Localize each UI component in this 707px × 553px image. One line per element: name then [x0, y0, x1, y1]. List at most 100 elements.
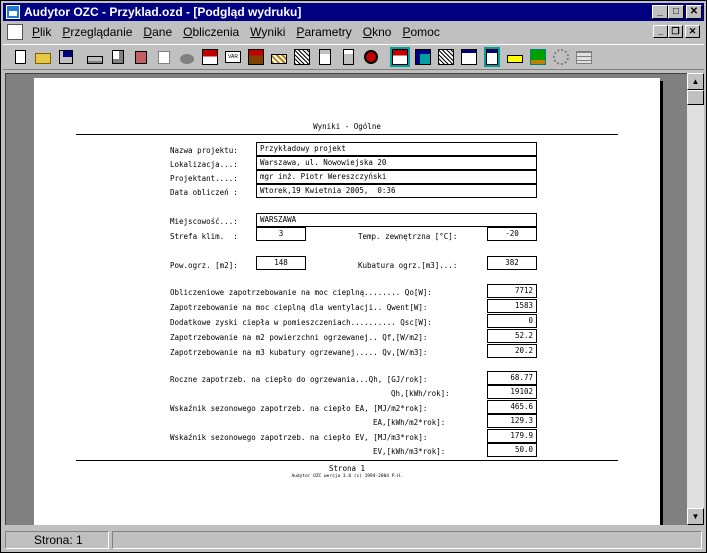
menu-parametry[interactable]: Parametry — [291, 25, 357, 39]
no-entry-icon[interactable] — [360, 46, 382, 68]
mdi-restore-button[interactable]: ❐ — [668, 25, 683, 38]
energy-row-value: 129.3 — [487, 414, 537, 428]
menu-pomoc[interactable]: Pomoc — [397, 25, 445, 39]
temp-label: Temp. zewnętrzna [°C]: — [358, 232, 458, 241]
power-row-label: Dodatkowe zyski ciepła w pomieszczeniach… — [170, 318, 432, 327]
report-title: Wyniki - Ogólne — [313, 122, 381, 131]
page-footer: Strona 1 — [328, 464, 366, 473]
energy-row-label: Wskaźnik sezonowego zapotrzeb. na ciepło… — [170, 404, 428, 413]
divider — [76, 134, 618, 135]
nazwa-value: Przykładowy projekt — [256, 142, 537, 156]
calculator-icon[interactable] — [337, 46, 359, 68]
mdi-close-button[interactable]: ✕ — [685, 25, 700, 38]
globe-icon[interactable] — [412, 46, 434, 68]
footer-credit: Audytor OZC wersja 3.0 (c) 1994-2004 P.H… — [291, 474, 403, 479]
power-row-value: 1583 — [487, 299, 537, 313]
menu-obliczenia[interactable]: Obliczenia — [178, 25, 245, 39]
pow-label: Pow.ogrz. [m2]: — [170, 261, 238, 270]
nazwa-label: Nazwa projektu: — [170, 146, 238, 155]
window-icon[interactable] — [458, 46, 480, 68]
stamp-icon[interactable] — [130, 46, 152, 68]
energy-row-value: 465.6 — [487, 400, 537, 414]
energy-row-label: Qh,[kWh/rok]: — [391, 389, 450, 398]
menu-wyniki[interactable]: Wyniki — [245, 25, 291, 39]
find-icon[interactable] — [176, 46, 198, 68]
open-folder-icon[interactable] — [32, 46, 54, 68]
status-page: Strona: 1 — [5, 531, 109, 549]
mdi-minimize-button[interactable]: _ — [653, 25, 668, 38]
print-preview-icon[interactable] — [107, 46, 129, 68]
tree-icon[interactable] — [527, 46, 549, 68]
menu-bar: Plik Przeglądanie Dane Obliczenia Wyniki… — [3, 22, 704, 42]
new-file-icon[interactable] — [9, 46, 31, 68]
table-icon[interactable] — [573, 46, 595, 68]
menu-dane[interactable]: Dane — [138, 25, 178, 39]
building-icon[interactable] — [245, 46, 267, 68]
house-icon[interactable] — [199, 46, 221, 68]
menu-plik[interactable]: Plik — [27, 25, 57, 39]
minimize-button[interactable]: _ — [652, 5, 668, 19]
energy-row-label: Roczne zapotrzeb. na ciepło do ogrzewani… — [170, 375, 428, 384]
save-icon[interactable] — [55, 46, 77, 68]
power-row-label: Obliczeniowe zapotrzebowanie na moc ciep… — [170, 288, 432, 297]
hatch-icon[interactable] — [435, 46, 457, 68]
application-window: Audytor OZC - Przyklad.ozd - [Podgląd wy… — [0, 0, 707, 553]
window-title: Audytor OZC - Przyklad.ozd - [Podgląd wy… — [24, 5, 302, 19]
power-row-value: 20.2 — [487, 344, 537, 358]
var-icon[interactable]: VAR — [222, 46, 244, 68]
menu-przegladanie[interactable]: Przeglądanie — [57, 25, 138, 39]
energy-row-label: EA,[kWh/m2*rok]: — [373, 418, 446, 427]
pow-value: 148 — [256, 256, 306, 270]
miejscowosc-value: WARSZAWA — [256, 213, 537, 227]
data-label: Data obliczeń : — [170, 188, 238, 197]
energy-row-label: EV,[kWh/m3*rok]: — [373, 447, 446, 456]
scroll-down-button[interactable]: ▼ — [687, 508, 704, 525]
energy-row-value: 50.0 — [487, 443, 537, 457]
power-row-value: 7712 — [487, 284, 537, 298]
toolbar: VAR — [3, 44, 704, 70]
data-value: Wtorek,19 Kwietnia 2005, 0:36 — [256, 184, 537, 198]
menu-okno[interactable]: Okno — [358, 25, 398, 39]
app-icon[interactable] — [6, 5, 20, 19]
preview-area: Wyniki - Ogólne Nazwa projektu: Przykład… — [5, 73, 687, 525]
document-icon[interactable] — [7, 24, 23, 40]
lokalizacja-value: Warszawa, ul. Nowowiejska 20 — [256, 156, 537, 170]
energy-row-label: Wskaźnik sezonowego zapotrzeb. na ciepło… — [170, 433, 428, 442]
house-blue-icon[interactable] — [389, 46, 411, 68]
kub-value: 382 — [487, 256, 537, 270]
power-row-value: 0 — [487, 314, 537, 328]
miejscowosc-label: Miejscowość...: — [170, 217, 238, 226]
projektant-label: Projektant....: — [170, 174, 238, 183]
scroll-up-button[interactable]: ▲ — [687, 73, 704, 90]
close-button[interactable]: ✕ — [686, 5, 702, 19]
maximize-button[interactable]: □ — [668, 5, 684, 19]
status-panel — [112, 531, 702, 549]
lokalizacja-label: Lokalizacja...: — [170, 160, 238, 169]
divider — [76, 460, 618, 461]
title-bar[interactable]: Audytor OZC - Przyklad.ozd - [Podgląd wy… — [3, 3, 704, 21]
projektant-value: mgr inż. Piotr Wereszczyński — [256, 170, 537, 184]
copy-icon[interactable] — [153, 46, 175, 68]
wall-hatch-icon[interactable] — [291, 46, 313, 68]
temp-value: -20 — [487, 227, 537, 241]
print-icon[interactable] — [84, 46, 106, 68]
document-icon[interactable] — [314, 46, 336, 68]
gear-icon[interactable] — [550, 46, 572, 68]
scroll-thumb[interactable] — [687, 90, 704, 105]
status-bar: Strona: 1 — [3, 530, 704, 550]
energy-row-value: 19102 — [487, 385, 537, 399]
power-row-label: Zapotrzebowanie na moc cieplną dla wenty… — [170, 303, 428, 312]
window-controls: _ □ ✕ — [652, 5, 702, 19]
vertical-scrollbar[interactable]: ▲ ▼ — [687, 73, 704, 525]
power-row-label: Zapotrzebowanie na m3 kubatury ogrzewane… — [170, 348, 428, 357]
strefa-label: Strefa klim. : — [170, 232, 238, 241]
energy-row-value: 68.77 — [487, 371, 537, 385]
kub-label: Kubatura ogrz.[m3]...: — [358, 261, 458, 270]
mdi-controls: _ ❐ ✕ — [653, 25, 700, 38]
yellow-rect-icon[interactable] — [504, 46, 526, 68]
strefa-value: 3 — [256, 227, 306, 241]
print-page: Wyniki - Ogólne Nazwa projektu: Przykład… — [34, 78, 660, 525]
document-blue-icon[interactable] — [481, 46, 503, 68]
wall-hatch-icon[interactable] — [268, 46, 290, 68]
power-row-label: Zapotrzebowanie na m2 powierzchni ogrzew… — [170, 333, 428, 342]
